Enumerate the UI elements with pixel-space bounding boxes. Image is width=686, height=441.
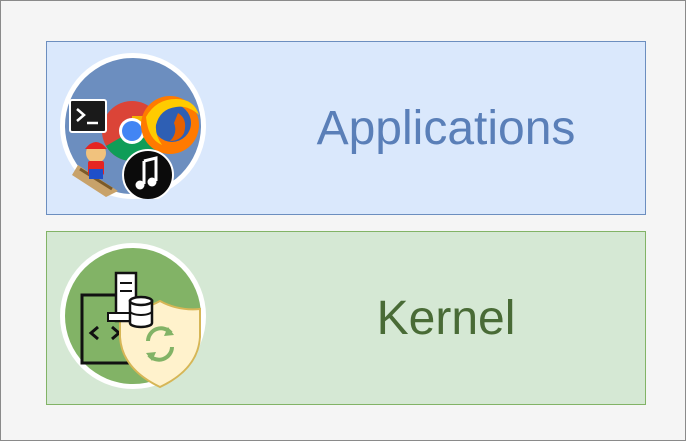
kernel-label: Kernel (376, 291, 516, 345)
diagram-canvas: Applications Kernel (0, 0, 686, 441)
kernel-badge (60, 243, 206, 389)
applications-label: Applications (316, 101, 576, 155)
kernel-layer: Kernel (46, 231, 646, 405)
applications-badge (60, 53, 206, 199)
firefox-icon (141, 96, 199, 154)
music-note-icon (122, 149, 174, 199)
terminal-icon (69, 99, 107, 133)
applications-layer: Applications (46, 41, 646, 215)
